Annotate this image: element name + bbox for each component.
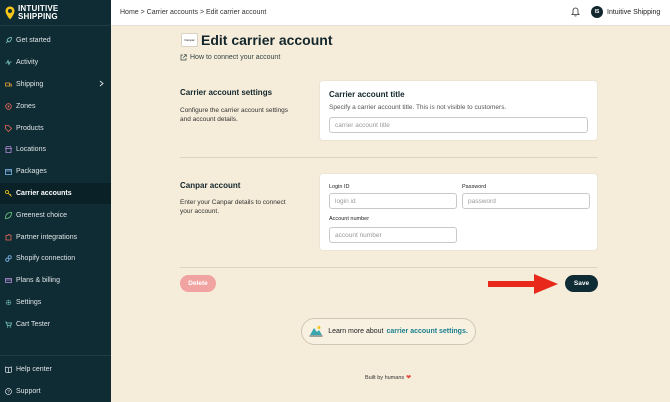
location-pin-icon	[5, 6, 15, 20]
footer: Built by humans ❤	[365, 374, 412, 382]
login-id-input[interactable]	[329, 193, 457, 209]
user-name[interactable]: Intuitive Shipping	[607, 9, 660, 16]
top-bar: Home > Carrier accounts > Edit carrier a…	[111, 0, 670, 26]
box-icon	[5, 168, 12, 176]
sidebar-item-partner-integrations[interactable]: Partner integrations	[0, 226, 111, 248]
sidebar-item-help-center[interactable]: Help center	[0, 358, 111, 380]
sidebar-item-greenest-choice[interactable]: Greenest choice	[0, 204, 111, 226]
settings-section-title: Carrier account settings	[180, 88, 273, 97]
sidebar-item-zones[interactable]: Zones	[0, 95, 111, 117]
link-icon	[5, 255, 12, 263]
breadcrumb[interactable]: Home > Carrier accounts > Edit carrier a…	[120, 9, 266, 16]
svg-text:?: ?	[7, 389, 10, 394]
card-icon	[5, 277, 12, 284]
account-section-description: Enter your Canpar details to connect you…	[180, 199, 286, 215]
rocket-icon	[5, 37, 12, 44]
sidebar-item-plans-billing[interactable]: Plans & billing	[0, 270, 111, 292]
truck-icon	[5, 81, 12, 88]
save-button[interactable]: Save	[565, 275, 598, 292]
actions-divider	[180, 267, 598, 268]
sidebar-item-carrier-accounts[interactable]: Carrier accounts	[0, 182, 111, 205]
card-title: Carrier account title	[329, 90, 405, 99]
sidebar-item-support[interactable]: ? Support	[0, 380, 111, 402]
learn-more-illustration-icon	[309, 325, 323, 339]
question-icon: ?	[5, 387, 12, 395]
puzzle-icon	[5, 233, 12, 241]
sidebar-bottom-nav: Help center ? Support	[0, 355, 111, 402]
sidebar-item-get-started[interactable]: Get started	[0, 30, 111, 52]
main-content: Canpar Edit carrier account How to conne…	[111, 26, 670, 402]
brand-logo[interactable]: INTUITIVE SHIPPING	[0, 0, 111, 26]
sidebar-item-shopify-connection[interactable]: Shopify connection	[0, 248, 111, 270]
store-icon	[5, 146, 12, 154]
leaf-icon	[5, 211, 12, 219]
sidebar-item-activity[interactable]: Activity	[0, 52, 111, 74]
account-section-title: Canpar account	[180, 181, 241, 190]
key-icon	[5, 190, 12, 197]
cart-icon	[5, 321, 12, 328]
carrier-logo: Canpar	[181, 33, 198, 47]
sidebar-item-shipping[interactable]: Shipping	[0, 74, 111, 96]
account-number-input[interactable]	[329, 227, 457, 243]
gear-icon	[5, 299, 12, 306]
learn-more-banner[interactable]: Learn more about carrier account setting…	[301, 318, 476, 345]
sidebar-item-settings[interactable]: Settings	[0, 292, 111, 314]
red-arrow-annotation-icon	[488, 274, 558, 294]
chevron-right-icon	[99, 80, 104, 89]
settings-section-description: Configure the carrier account settings a…	[180, 107, 289, 123]
zones-icon	[5, 103, 12, 110]
page-title: Edit carrier account	[201, 32, 333, 48]
sidebar-item-locations[interactable]: Locations	[0, 139, 111, 161]
sidebar-item-packages[interactable]: Packages	[0, 161, 111, 183]
sidebar: INTUITIVE SHIPPING Get started Activity S…	[0, 0, 111, 402]
delete-button[interactable]: Delete	[180, 275, 216, 292]
login-id-label: Login ID	[329, 184, 350, 190]
heart-icon: ❤	[406, 375, 412, 381]
external-link-icon	[180, 54, 187, 61]
canpar-account-card: Login ID Password Account number	[319, 173, 598, 251]
password-input[interactable]	[462, 193, 590, 209]
card-subtitle: Specify a carrier account title. This is…	[329, 104, 507, 111]
carrier-account-title-input[interactable]	[329, 117, 588, 133]
carrier-account-settings-link[interactable]: carrier account settings.	[386, 328, 467, 335]
account-number-label: Account number	[329, 216, 370, 222]
password-label: Password	[462, 184, 487, 190]
tag-icon	[5, 124, 12, 132]
brand-name: INTUITIVE SHIPPING	[18, 3, 59, 21]
carrier-account-title-card: Carrier account title Specify a carrier …	[319, 80, 598, 141]
bell-icon[interactable]	[571, 7, 580, 19]
sidebar-item-products[interactable]: Products	[0, 117, 111, 139]
sidebar-nav: Get started Activity Shipping Zones Prod…	[0, 26, 111, 335]
activity-icon	[5, 59, 12, 66]
avatar[interactable]: IS	[591, 6, 603, 18]
book-icon	[5, 366, 12, 373]
section-divider	[180, 157, 598, 158]
help-link[interactable]: How to connect your account	[180, 54, 280, 61]
sidebar-item-cart-tester[interactable]: Cart Tester	[0, 313, 111, 335]
